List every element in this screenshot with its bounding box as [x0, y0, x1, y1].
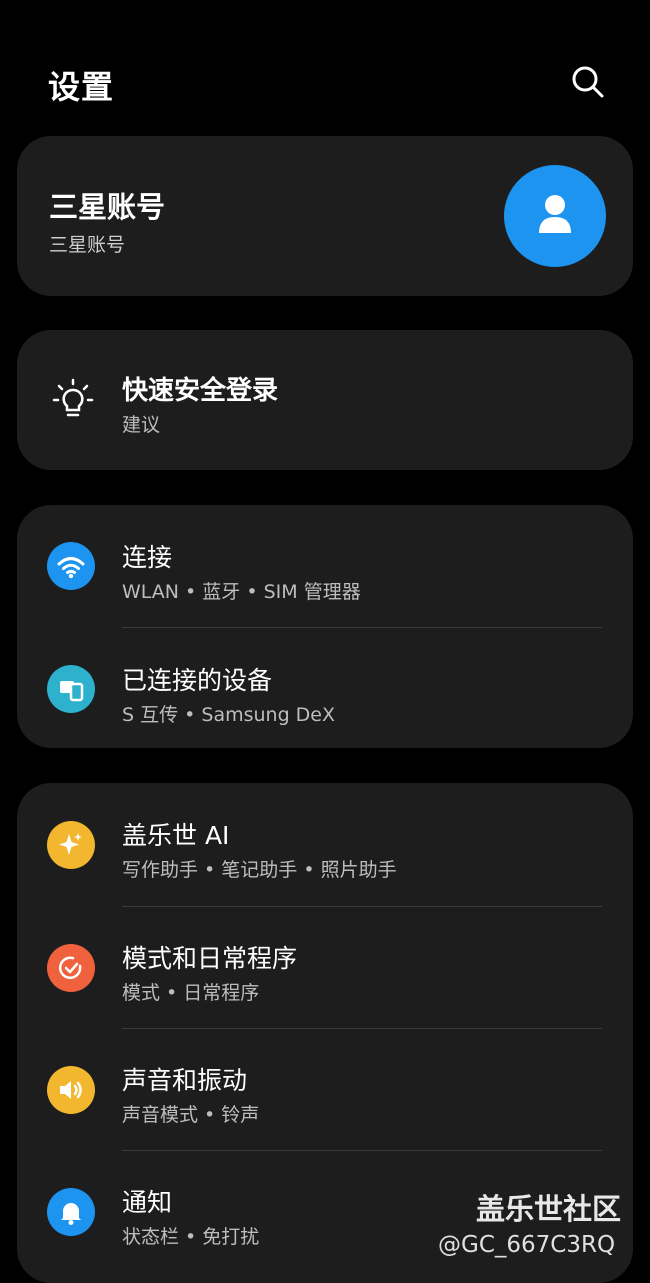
row-subtitle: 写作助手 • 笔记助手 • 照片助手 — [122, 859, 397, 881]
row-subtitle: 声音模式 • 铃声 — [122, 1104, 260, 1126]
row-title: 模式和日常程序 — [122, 944, 298, 973]
watermark-user: @GC_667C3RQ — [438, 1232, 616, 1258]
search-button[interactable] — [568, 62, 608, 102]
row-title: 盖乐世 AI — [122, 821, 230, 850]
bell-icon — [47, 1188, 95, 1236]
speaker-icon — [47, 1066, 95, 1114]
row-title: 通知 — [122, 1188, 173, 1217]
row-title: 已连接的设备 — [122, 666, 273, 695]
wifi-icon — [47, 542, 95, 590]
settings-item-modes-routines[interactable]: 模式和日常程序 模式 • 日常程序 — [17, 906, 633, 1026]
row-subtitle: 模式 • 日常程序 — [122, 982, 260, 1004]
row-subtitle: S 互传 • Samsung DeX — [122, 704, 336, 726]
row-title: 声音和振动 — [122, 1066, 248, 1095]
connected-devices-icon — [47, 665, 95, 713]
header: 设置 — [0, 0, 650, 130]
account-card[interactable]: 三星账号 三星账号 — [17, 136, 633, 296]
row-subtitle: 状态栏 • 免打扰 — [122, 1226, 260, 1248]
settings-item-connected-devices[interactable]: 已连接的设备 S 互传 • Samsung DeX — [17, 628, 633, 748]
row-subtitle: WLAN • 蓝牙 • SIM 管理器 — [122, 581, 361, 603]
suggestion-title: 快速安全登录 — [122, 376, 279, 406]
search-icon — [572, 66, 604, 98]
settings-item-connections[interactable]: 连接 WLAN • 蓝牙 • SIM 管理器 — [17, 505, 633, 625]
settings-item-sound-vibration[interactable]: 声音和振动 声音模式 • 铃声 — [17, 1028, 633, 1148]
person-icon — [539, 195, 571, 233]
watermark-title: 盖乐世社区 — [476, 1192, 622, 1226]
settings-item-galaxy-ai[interactable]: 盖乐世 AI 写作助手 • 笔记助手 • 照片助手 — [17, 783, 633, 903]
account-title: 三星账号 — [49, 190, 166, 224]
lightbulb-icon — [52, 378, 94, 417]
suggestion-subtitle: 建议 — [122, 414, 161, 436]
avatar[interactable] — [504, 165, 606, 267]
connections-card: 连接 WLAN • 蓝牙 • SIM 管理器 已连接的设备 S 互传 • Sam… — [17, 505, 633, 748]
suggestion-card[interactable]: 快速安全登录 建议 — [17, 330, 633, 470]
sparkle-icon — [47, 821, 95, 869]
page-title: 设置 — [48, 68, 115, 106]
modes-routines-icon — [47, 944, 95, 992]
account-subtitle: 三星账号 — [49, 234, 126, 256]
row-title: 连接 — [122, 543, 173, 572]
